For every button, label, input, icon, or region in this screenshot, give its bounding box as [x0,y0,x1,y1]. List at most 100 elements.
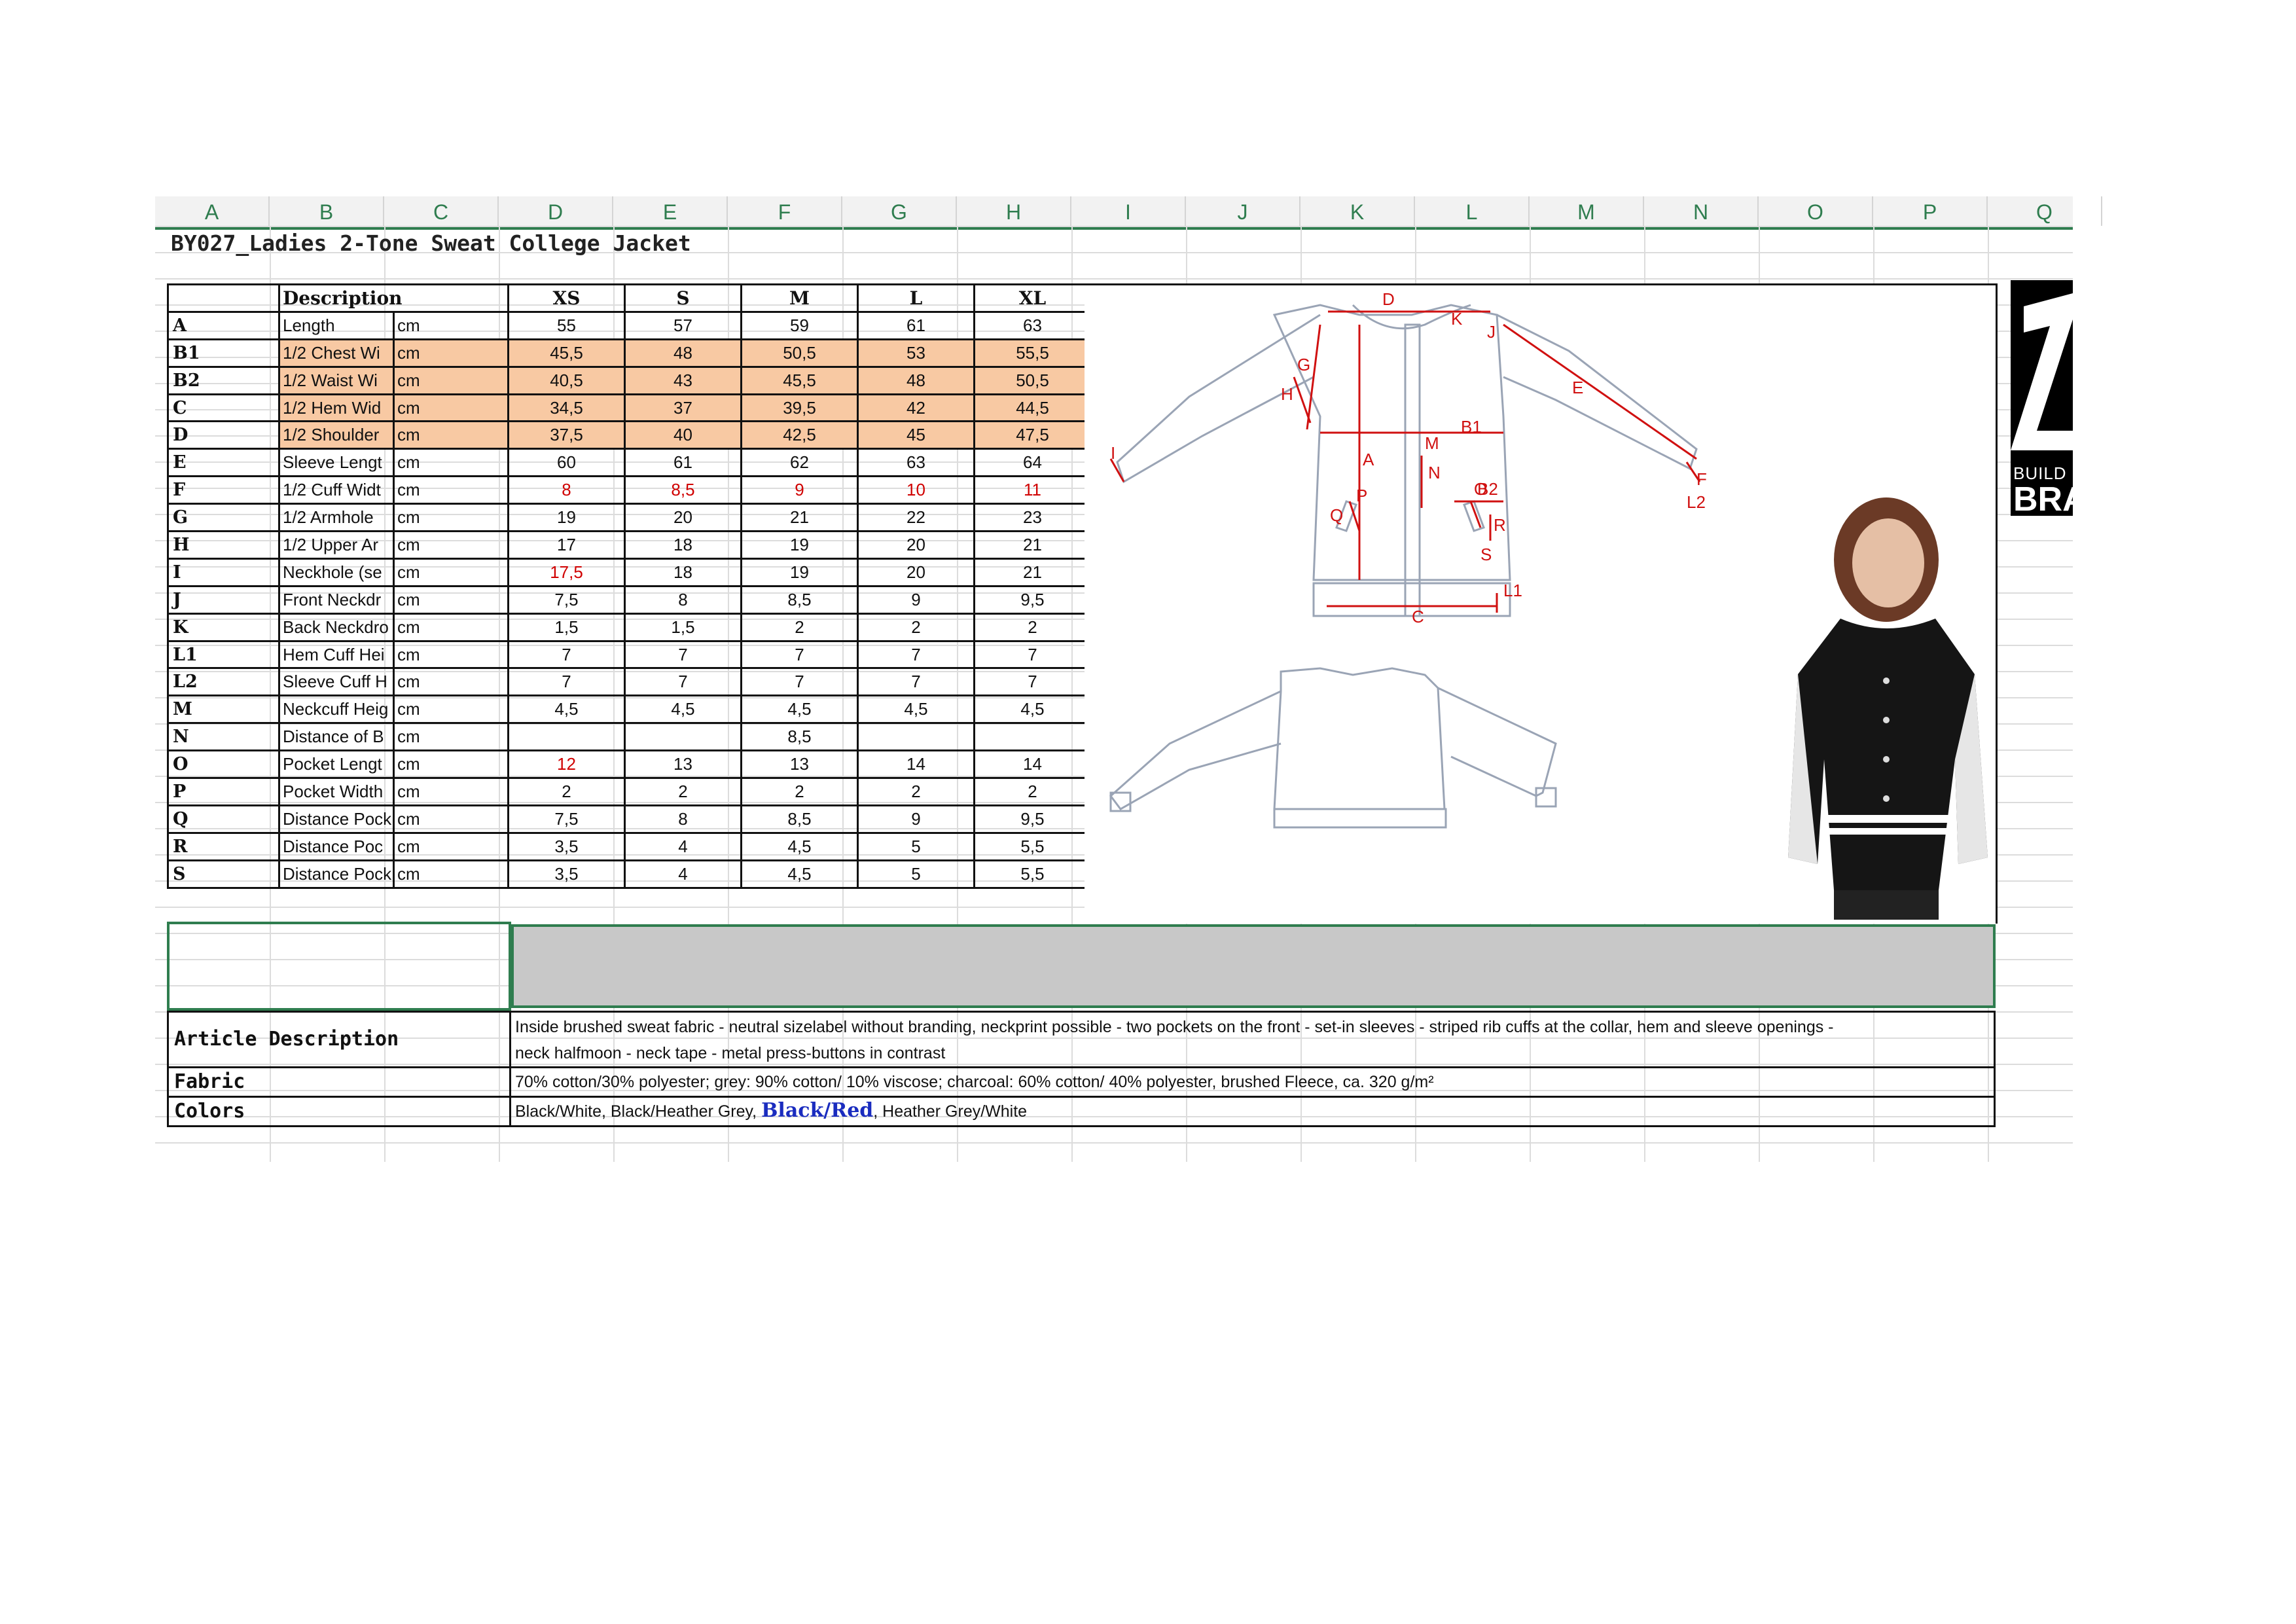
measurement-value[interactable]: 37,5 [507,420,626,450]
measurement-code[interactable]: G [167,503,280,533]
measurement-code[interactable]: E [167,448,280,478]
measurement-value[interactable]: 43 [624,365,742,395]
measurement-value[interactable]: 4,5 [740,859,859,889]
measurement-value[interactable]: 12 [507,749,626,780]
measurement-value[interactable]: 4,5 [624,695,742,725]
measurement-value[interactable]: 50,5 [973,365,1092,395]
measurement-value[interactable]: 63 [973,310,1092,340]
measurement-description[interactable]: Neckhole (se [278,557,395,587]
header-description[interactable]: Description [278,283,509,313]
column-header-f[interactable]: F [728,196,842,226]
column-header-a[interactable]: A [155,196,270,226]
measurement-value[interactable]: 9 [857,585,975,615]
measurement-value[interactable]: 61 [624,448,742,478]
measurement-unit[interactable]: cm [393,859,509,889]
measurement-unit[interactable]: cm [393,475,509,505]
measurement-value[interactable]: 45 [857,420,975,450]
measurement-unit[interactable]: cm [393,420,509,450]
measurement-code[interactable]: O [167,749,280,780]
measurement-value[interactable]: 40 [624,420,742,450]
measurement-unit[interactable]: cm [393,393,509,423]
measurement-value[interactable]: 8,5 [740,804,859,834]
measurement-value[interactable]: 60 [507,448,626,478]
measurement-value[interactable]: 1,5 [624,612,742,642]
measurement-value[interactable]: 7 [740,667,859,697]
measurement-value[interactable]: 7 [740,640,859,670]
measurement-code[interactable]: H [167,530,280,560]
column-header-b[interactable]: B [270,196,384,226]
measurement-value[interactable]: 18 [624,557,742,587]
measurement-description[interactable]: Distance Poc [278,831,395,861]
measurement-value[interactable]: 7 [507,667,626,697]
measurement-value[interactable]: 59 [740,310,859,340]
measurement-value[interactable]: 48 [624,338,742,368]
measurement-unit[interactable]: cm [393,557,509,587]
measurement-value[interactable]: 4,5 [740,831,859,861]
measurement-description[interactable]: Hem Cuff Hei [278,640,395,670]
measurement-value[interactable]: 5,5 [973,859,1092,889]
measurement-code[interactable]: Q [167,804,280,834]
measurement-value[interactable]: 2 [973,612,1092,642]
measurement-value[interactable]: 42,5 [740,420,859,450]
measurement-value[interactable]: 23 [973,503,1092,533]
measurement-value[interactable]: 20 [624,503,742,533]
measurement-value[interactable]: 2 [740,612,859,642]
measurement-value[interactable]: 11 [973,475,1092,505]
grey-merged-cell[interactable] [511,924,1996,1008]
column-header-c[interactable]: C [384,196,499,226]
size-header-l[interactable]: L [857,283,975,313]
measurement-value[interactable]: 18 [624,530,742,560]
measurement-value[interactable]: 3,5 [507,831,626,861]
measurement-unit[interactable]: cm [393,338,509,368]
size-header-m[interactable]: M [740,283,859,313]
measurement-value[interactable]: 61 [857,310,975,340]
measurement-value[interactable]: 8 [624,585,742,615]
measurement-description[interactable]: 1/2 Cuff Widt [278,475,395,505]
measurement-value[interactable]: 21 [973,557,1092,587]
measurement-value[interactable]: 13 [740,749,859,780]
measurement-value[interactable] [507,722,626,752]
measurement-value[interactable]: 62 [740,448,859,478]
column-header-e[interactable]: E [613,196,728,226]
measurement-description[interactable]: Pocket Lengt [278,749,395,780]
measurement-unit[interactable]: cm [393,777,509,806]
measurement-value[interactable]: 4,5 [857,695,975,725]
colors-text[interactable]: Black/White, Black/Heather Grey, Black/R… [509,1096,1996,1127]
measurement-value[interactable]: 64 [973,448,1092,478]
measurement-unit[interactable]: cm [393,640,509,670]
measurement-value[interactable]: 9,5 [973,804,1092,834]
measurement-value[interactable]: 2 [973,777,1092,806]
blank-merged-cell[interactable] [167,922,511,1011]
column-header-k[interactable]: K [1300,196,1415,226]
measurement-code[interactable]: B1 [167,338,280,368]
measurement-value[interactable]: 7,5 [507,585,626,615]
measurement-unit[interactable]: cm [393,585,509,615]
column-header-n[interactable]: N [1644,196,1759,226]
measurement-code[interactable]: K [167,612,280,642]
measurement-value[interactable]: 44,5 [973,393,1092,423]
measurement-value[interactable]: 47,5 [973,420,1092,450]
measurement-unit[interactable]: cm [393,667,509,697]
measurement-description[interactable]: 1/2 Upper Ar [278,530,395,560]
measurement-value[interactable]: 50,5 [740,338,859,368]
measurement-code[interactable]: D [167,420,280,450]
article-description-text[interactable]: Inside brushed sweat fabric - neutral si… [509,1011,1996,1068]
measurement-value[interactable]: 7 [624,640,742,670]
measurement-unit[interactable]: cm [393,804,509,834]
measurement-code[interactable]: N [167,722,280,752]
measurement-value[interactable]: 21 [973,530,1092,560]
measurement-value[interactable]: 1,5 [507,612,626,642]
measurement-value[interactable]: 9 [740,475,859,505]
measurement-code[interactable]: A [167,310,280,340]
measurement-unit[interactable]: cm [393,831,509,861]
measurement-unit[interactable]: cm [393,695,509,725]
sheet-title[interactable]: BY027_Ladies 2-Tone Sweat College Jacket [171,230,691,256]
measurement-value[interactable]: 8,5 [624,475,742,505]
measurement-description[interactable]: Distance of B [278,722,395,752]
measurement-value[interactable]: 22 [857,503,975,533]
column-header-j[interactable]: J [1186,196,1300,226]
measurement-description[interactable]: Front Neckdr [278,585,395,615]
measurement-value[interactable]: 45,5 [507,338,626,368]
measurement-description[interactable]: 1/2 Waist Wi [278,365,395,395]
measurement-value[interactable]: 4 [624,859,742,889]
